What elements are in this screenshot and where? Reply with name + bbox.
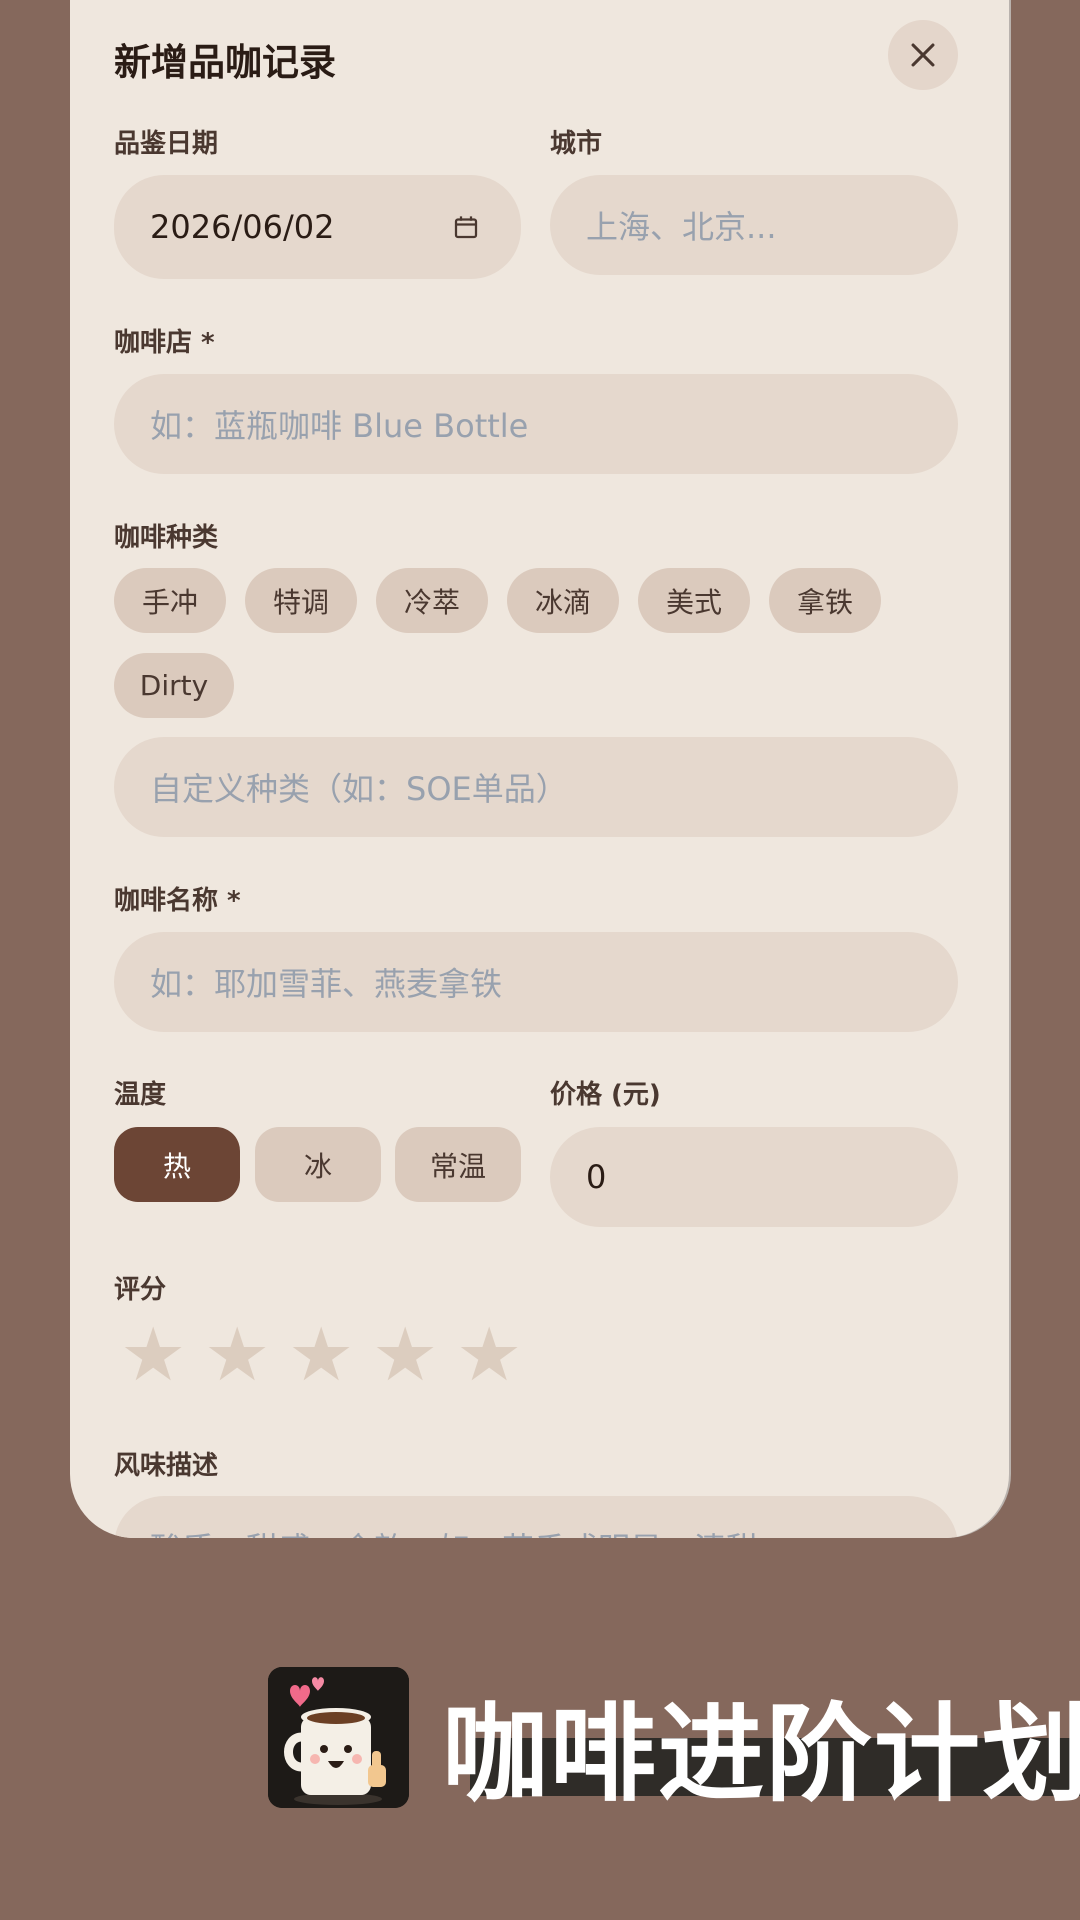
type-chip-cold-drip[interactable]: 冰滴 [507,568,619,633]
flavor-placeholder: 酸质、甜感、余韵、如：花香或明显、清甜... [150,1524,789,1538]
rating-label: 评分 [114,1275,167,1305]
type-label: 咖啡种类 [114,523,219,553]
star-icon[interactable]: ★ [204,1318,270,1392]
close-button[interactable] [888,20,958,90]
shop-input[interactable]: 如：蓝瓶咖啡 Blue Bottle [114,374,958,474]
temperature-label: 温度 [114,1080,167,1110]
date-input[interactable]: 2026/06/02 [114,175,521,279]
coffee-name-input[interactable]: 如：耶加雪菲、燕麦拿铁 [114,932,958,1032]
modal-title: 新增品咖记录 [114,41,336,84]
type-chip-signature[interactable]: 特调 [245,568,357,633]
star-icon[interactable]: ★ [288,1318,354,1392]
star-icon[interactable]: ★ [372,1318,438,1392]
temperature-room-button[interactable]: 常温 [395,1127,521,1202]
app-brand-name: 咖啡进阶计划 [442,1693,1080,1816]
coffee-name-label: 咖啡名称 * [114,886,241,916]
calendar-icon[interactable] [451,212,481,242]
star-icon[interactable]: ★ [456,1318,522,1392]
type-chip-latte[interactable]: 拿铁 [769,568,881,633]
star-icon[interactable]: ★ [120,1318,186,1392]
price-label: 价格 (元) [550,1080,661,1110]
city-placeholder: 上海、北京... [586,208,777,246]
temperature-hot-button[interactable]: 热 [114,1127,240,1202]
date-value: 2026/06/02 [150,208,335,246]
shop-label: 咖啡店 * [114,328,215,358]
type-chip-pour-over[interactable]: 手冲 [114,568,226,633]
flavor-textarea[interactable]: 酸质、甜感、余韵、如：花香或明显、清甜... [114,1496,958,1538]
temperature-iced-button[interactable]: 冰 [255,1127,381,1202]
coffee-mug-mascot-icon [268,1667,409,1808]
flavor-label: 风味描述 [114,1451,219,1481]
type-chip-americano[interactable]: 美式 [638,568,750,633]
custom-type-placeholder: 自定义种类（如：SOE单品） [150,770,568,808]
shop-placeholder: 如：蓝瓶咖啡 Blue Bottle [150,407,529,445]
add-record-modal: 新增品咖记录 品鉴日期 2026/06/02 城市 上海、北京... 咖啡店 *… [70,0,1009,1538]
type-chip-cold-brew[interactable]: 冷萃 [376,568,488,633]
type-chip-dirty[interactable]: Dirty [114,653,234,718]
coffee-name-placeholder: 如：耶加雪菲、燕麦拿铁 [150,965,503,1003]
price-input[interactable]: 0 [550,1127,958,1227]
city-label: 城市 [550,129,603,159]
date-label: 品鉴日期 [114,129,219,159]
custom-type-input[interactable]: 自定义种类（如：SOE单品） [114,737,958,837]
close-icon [911,43,935,67]
city-input[interactable]: 上海、北京... [550,175,958,275]
price-value: 0 [586,1158,607,1196]
